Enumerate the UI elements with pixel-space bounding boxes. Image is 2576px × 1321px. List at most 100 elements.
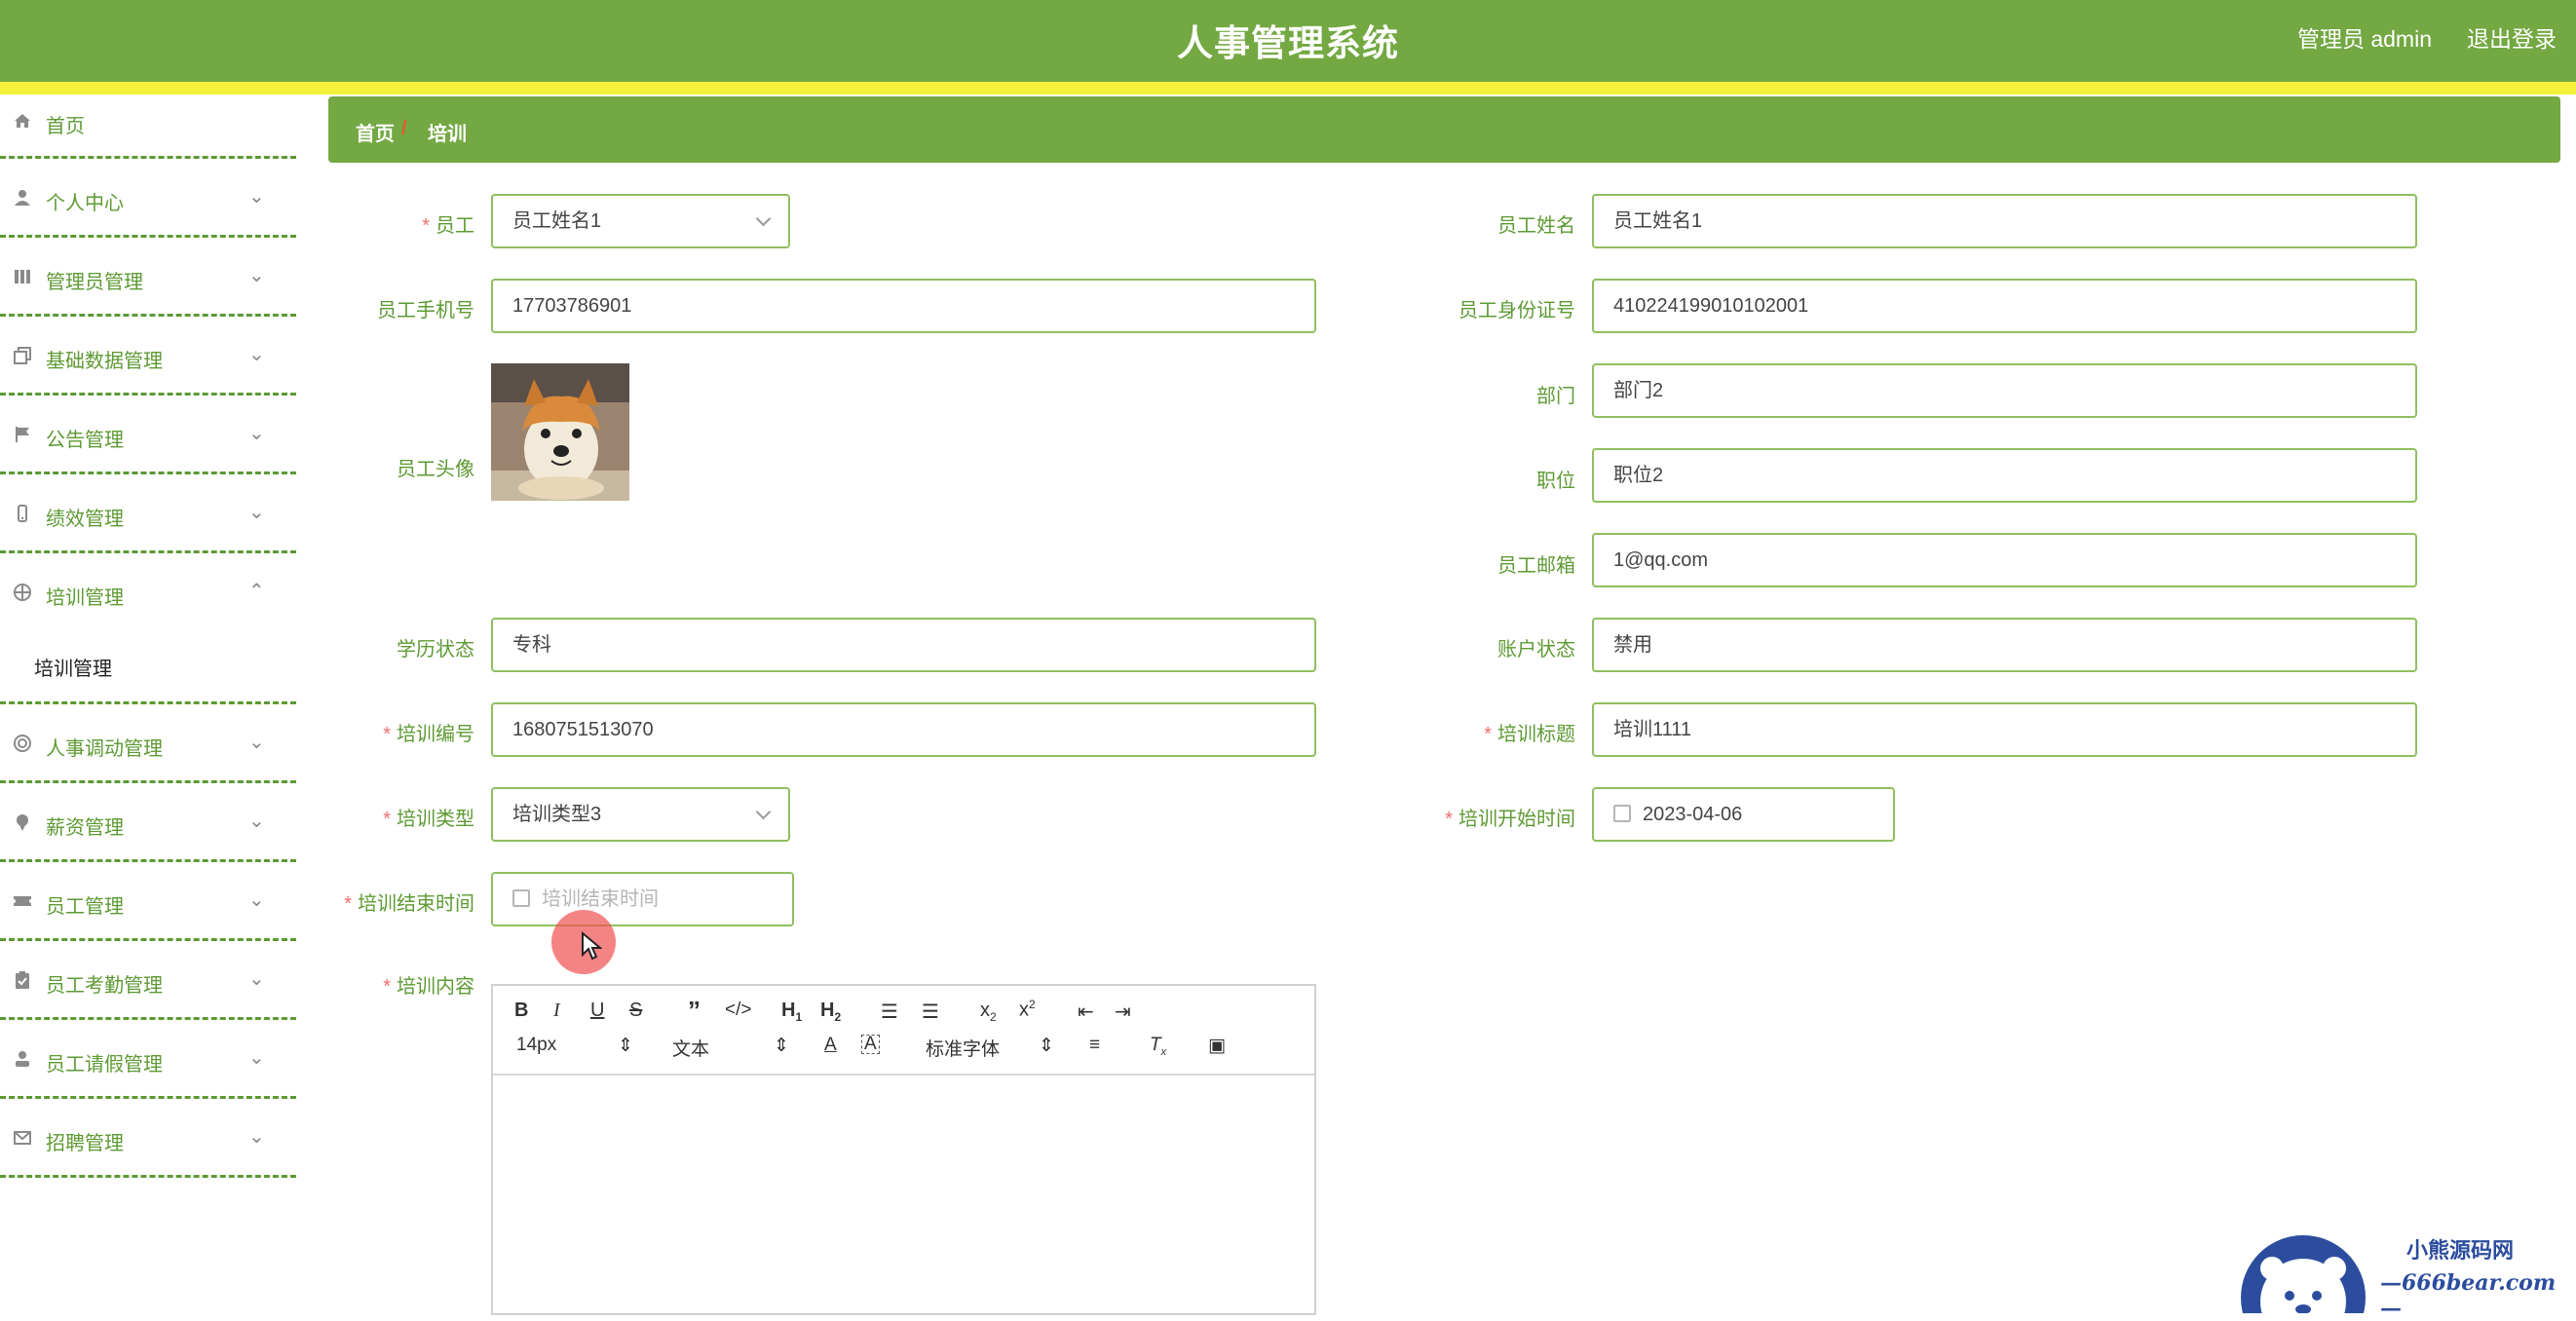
sidebar-item-performance[interactable]: 绩效管理 ⌄ xyxy=(0,474,296,553)
department-field[interactable]: 部门2 xyxy=(1592,363,2417,418)
email-field[interactable]: 1@qq.com xyxy=(1592,533,2417,587)
mail-icon xyxy=(12,1128,33,1150)
chevron-down-icon: ⌄ xyxy=(248,502,265,523)
bear-logo-icon xyxy=(2241,1235,2366,1321)
ordered-list-icon[interactable]: ☰ xyxy=(881,1000,898,1024)
sidebar-item-recruitment[interactable]: 招聘管理 ⌄ xyxy=(0,1099,296,1178)
current-user-label: 管理员 admin xyxy=(2296,26,2432,52)
training-type-label: * 培训类型 xyxy=(383,809,474,830)
sidebar-item-employee[interactable]: 员工管理 ⌄ xyxy=(0,862,296,941)
font-color-icon[interactable]: A xyxy=(824,1035,837,1056)
app-title: 人事管理系统 xyxy=(1177,23,1399,63)
position-field[interactable]: 职位2 xyxy=(1592,448,2417,503)
font-size-select[interactable]: 14px xyxy=(516,1035,556,1056)
user-icon xyxy=(12,188,33,209)
strike-icon[interactable]: S xyxy=(629,1000,642,1022)
pin-icon xyxy=(12,812,33,834)
clear-format-icon[interactable]: Tx xyxy=(1150,1035,1166,1058)
position-label: 职位 xyxy=(1536,471,1575,492)
sidebar-menu: 首页 个人中心 ⌄ 管理员管理 ⌄ 基础数据管理 ⌄ 公告管理 ⌄ 绩效管理 ⌄ xyxy=(0,94,296,1178)
chevron-down-icon: ⌄ xyxy=(248,186,265,208)
block-type-select[interactable]: 文本 xyxy=(672,1035,709,1061)
phone-icon xyxy=(12,504,33,525)
watermark: 小熊源码网 —666bear.com— xyxy=(2239,1229,2570,1321)
image-icon[interactable]: ▣ xyxy=(1208,1035,1226,1057)
header-accent-strip xyxy=(0,82,2576,94)
sidebar-item-label: 管理员管理 xyxy=(46,272,143,293)
content-label: * 培训内容 xyxy=(383,976,474,998)
code-icon[interactable]: </> xyxy=(725,1000,751,1021)
sidebar-item-salary[interactable]: 薪资管理 ⌄ xyxy=(0,783,296,862)
rich-text-editor[interactable]: B I U S ” </> H1 H2 ☰ ☰ x2 x2 ⇤ ⇥ 14px ⇕… xyxy=(491,984,1316,1315)
employee-select[interactable]: 员工姓名1 xyxy=(491,194,790,248)
account-status-label: 账户状态 xyxy=(1497,639,1575,660)
background-color-icon[interactable]: A xyxy=(861,1035,880,1054)
employee-avatar-image[interactable] xyxy=(491,363,629,501)
italic-icon[interactable]: I xyxy=(553,1000,560,1022)
chevron-updown-icon: ⇕ xyxy=(618,1036,633,1056)
h1-icon[interactable]: H1 xyxy=(781,1000,802,1024)
end-time-label: * 培训结束时间 xyxy=(344,893,474,915)
start-time-datepicker[interactable]: 2023-04-06 xyxy=(1592,787,1895,842)
id-card-field[interactable]: 410224199010102001 xyxy=(1592,279,2417,333)
sidebar-item-label: 绩效管理 xyxy=(46,509,124,530)
breadcrumb: 首页 / 培训 xyxy=(328,96,2560,163)
account-status-field[interactable]: 禁用 xyxy=(1592,618,2417,672)
sidebar-item-basic-data[interactable]: 基础数据管理 ⌄ xyxy=(0,317,296,396)
sidebar-item-attendance[interactable]: 员工考勤管理 ⌄ xyxy=(0,941,296,1020)
indent-icon[interactable]: ⇥ xyxy=(1115,1000,1131,1024)
sidebar-item-admin-management[interactable]: 管理员管理 ⌄ xyxy=(0,238,296,317)
h2-icon[interactable]: H2 xyxy=(820,1000,841,1024)
quote-icon[interactable]: ” xyxy=(688,996,701,1026)
align-icon[interactable]: ≡ xyxy=(1089,1035,1100,1056)
sidebar-item-label: 员工管理 xyxy=(46,896,124,918)
editor-toolbar: B I U S ” </> H1 H2 ☰ ☰ x2 x2 ⇤ ⇥ 14px ⇕… xyxy=(493,986,1314,1076)
sidebar-item-label: 招聘管理 xyxy=(46,1133,124,1154)
watermark-title: 小熊源码网 xyxy=(2406,1238,2515,1264)
top-header: 人事管理系统 管理员 admin 退出登录 xyxy=(0,0,2576,82)
sidebar-item-leave[interactable]: 员工请假管理 ⌄ xyxy=(0,1020,296,1099)
sidebar-item-label: 员工考勤管理 xyxy=(46,975,163,997)
bullet-list-icon[interactable]: ☰ xyxy=(922,1000,939,1024)
copy-icon xyxy=(12,346,33,367)
training-no-field[interactable]: 1680751513070 xyxy=(491,702,1316,757)
training-title-field[interactable]: 培训1111 xyxy=(1592,702,2417,757)
clipboard-icon xyxy=(12,970,33,992)
subscript-icon[interactable]: x2 xyxy=(980,1000,997,1024)
font-family-select[interactable]: 标准字体 xyxy=(926,1035,1000,1061)
training-no-label: * 培训编号 xyxy=(383,724,474,745)
sidebar-item-training[interactable]: 培训管理 ⌃ 培训管理 xyxy=(0,553,296,704)
bold-icon[interactable]: B xyxy=(514,1000,528,1022)
home-icon xyxy=(12,111,33,132)
phone-label: 员工手机号 xyxy=(377,300,474,321)
sidebar-subitem-training[interactable]: 培训管理 xyxy=(34,653,112,681)
department-label: 部门 xyxy=(1536,386,1575,407)
chevron-up-icon: ⌃ xyxy=(248,581,265,602)
end-time-datepicker[interactable]: 培训结束时间 xyxy=(491,872,794,926)
lifebuoy-icon xyxy=(12,734,33,755)
sidebar-item-label: 首页 xyxy=(46,116,85,137)
columns-icon xyxy=(12,267,33,288)
sidebar-item-transfer[interactable]: 人事调动管理 ⌄ xyxy=(0,704,296,783)
sidebar-item-home[interactable]: 首页 xyxy=(0,94,296,159)
breadcrumb-separator: / xyxy=(401,118,407,139)
underline-icon[interactable]: U xyxy=(590,1000,604,1022)
training-type-select[interactable]: 培训类型3 xyxy=(491,787,790,842)
breadcrumb-home[interactable]: 首页 xyxy=(356,118,395,146)
watermark-url: —666bear.com— xyxy=(2380,1270,2557,1321)
outdent-icon[interactable]: ⇤ xyxy=(1078,1000,1094,1024)
sidebar-item-label: 基础数据管理 xyxy=(46,351,163,372)
sidebar-item-personal-center[interactable]: 个人中心 ⌄ xyxy=(0,159,296,238)
education-field[interactable]: 专科 xyxy=(491,618,1316,672)
education-label: 学历状态 xyxy=(397,639,474,660)
superscript-icon[interactable]: x2 xyxy=(1019,998,1036,1022)
chevron-down-icon: ⌄ xyxy=(248,1047,265,1069)
phone-field[interactable]: 17703786901 xyxy=(491,279,1316,333)
employee-name-field[interactable]: 员工姓名1 xyxy=(1592,194,2417,248)
chevron-updown-icon: ⇕ xyxy=(1039,1036,1054,1056)
chevron-down-icon: ⌄ xyxy=(248,423,265,444)
chevron-down-icon: ⌄ xyxy=(248,1126,265,1148)
logout-button[interactable]: 退出登录 xyxy=(2467,20,2557,54)
sidebar-item-notice[interactable]: 公告管理 ⌄ xyxy=(0,396,296,474)
chevron-down-icon: ⌄ xyxy=(248,265,265,286)
